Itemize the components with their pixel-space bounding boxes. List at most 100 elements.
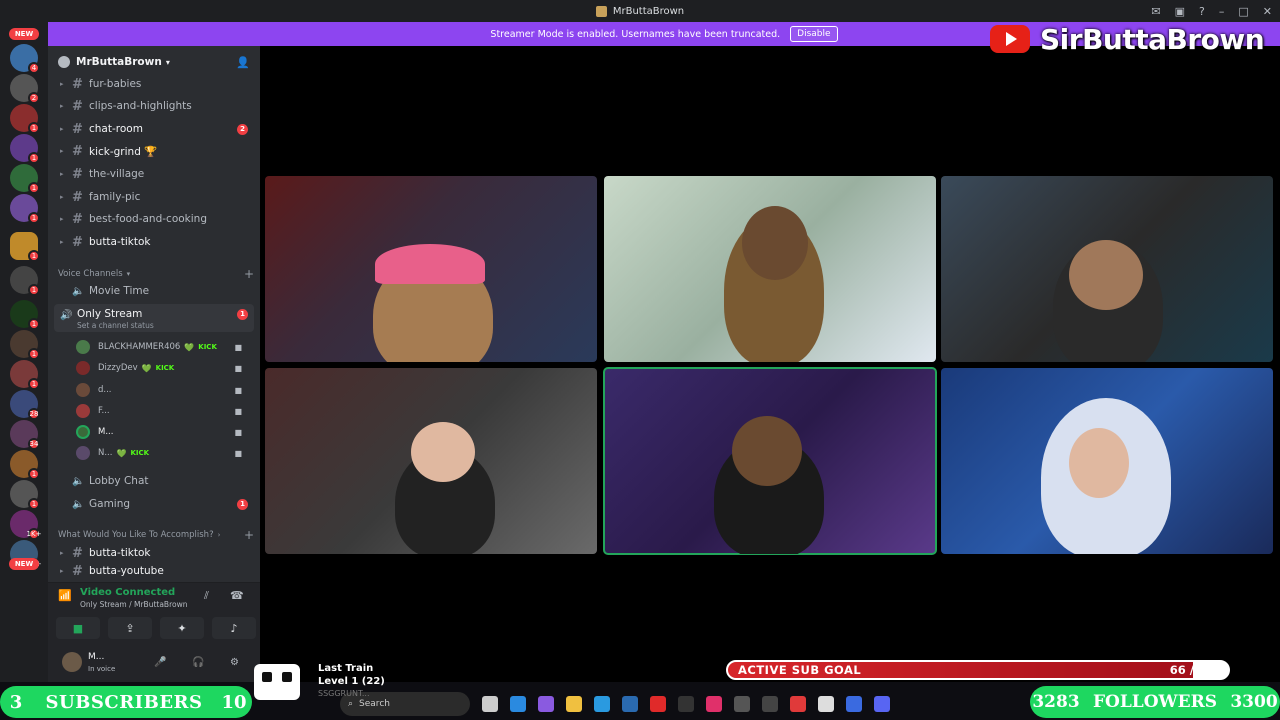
channel-item[interactable]: ▸ # butta-tiktok [48, 542, 260, 564]
app-icon[interactable] [846, 696, 862, 712]
youtube-icon[interactable] [650, 696, 666, 712]
microphone-icon[interactable]: 🎤 [154, 657, 166, 668]
folder-icon[interactable] [566, 696, 582, 712]
server-icon[interactable]: 2 [10, 74, 40, 104]
app-icon[interactable] [790, 696, 806, 712]
app-icon[interactable] [706, 696, 722, 712]
minimize-icon[interactable]: – [1219, 5, 1225, 18]
settings-icon[interactable]: ⚙ [230, 657, 239, 668]
avatar [76, 425, 90, 439]
server-icon[interactable]: 1 [10, 104, 40, 134]
server-icon[interactable]: 1 [10, 134, 40, 164]
add-channel-icon[interactable]: + [244, 528, 254, 542]
server-icon[interactable]: 1 [10, 164, 40, 194]
channel-item[interactable]: ▸ # best-food-and-cooking [48, 208, 260, 230]
server-icon[interactable]: 1 [10, 266, 40, 296]
app-icon[interactable] [734, 696, 750, 712]
add-channel-icon[interactable]: + [244, 267, 254, 281]
avatar [76, 340, 90, 354]
voice-channel-only-stream[interactable]: 🔊 Only Stream Set a channel status 1 [54, 304, 254, 332]
channel-item[interactable]: ▸ # fur-babies [48, 73, 260, 95]
server-icon[interactable]: 4 [10, 44, 40, 74]
voice-status-subtitle[interactable]: Only Stream / MrButtaBrown [80, 600, 187, 609]
activities-button[interactable]: ✦ [160, 617, 204, 639]
server-icon[interactable]: 1 [10, 194, 40, 224]
voice-user[interactable]: DizzyDev 💚 KICK ■ [76, 358, 246, 378]
avatar [76, 383, 90, 397]
server-icon[interactable]: 1 [10, 330, 40, 360]
voice-user[interactable]: d... ■ [76, 380, 246, 400]
close-icon[interactable]: ✕ [1263, 5, 1272, 18]
channel-item[interactable]: ▸ # family-pic [48, 186, 260, 208]
video-tile[interactable] [941, 368, 1273, 554]
speaker-icon: 🔈 [72, 285, 85, 297]
app-icon[interactable] [762, 696, 778, 712]
discord-icon[interactable] [874, 696, 890, 712]
channel-item[interactable]: ▸ # butta-youtube [48, 564, 260, 578]
camera-icon: ■ [234, 342, 242, 352]
disable-button[interactable]: Disable [790, 26, 838, 42]
voice-channel-gaming[interactable]: 🔈 Gaming 1 [48, 493, 260, 515]
train-icon [254, 664, 300, 700]
server-icon[interactable]: 34 [10, 420, 40, 450]
app-icon[interactable] [510, 696, 526, 712]
app-icon[interactable] [594, 696, 610, 712]
avatar[interactable] [62, 652, 82, 672]
soundboard-button[interactable]: ♪ [212, 617, 256, 639]
kick-tag: KICK [130, 449, 150, 457]
voice-channel-lobby-chat[interactable]: 🔈 Lobby Chat [48, 470, 260, 492]
video-tile-speaking[interactable] [603, 367, 937, 555]
server-icon[interactable]: 1 [10, 450, 40, 480]
channel-item[interactable]: ▸ # the-village [48, 163, 260, 185]
noise-suppression-icon[interactable]: ⫽ [204, 589, 209, 603]
video-tile[interactable] [265, 176, 597, 362]
video-tile[interactable] [604, 176, 936, 362]
followers-label: FOLLOWERS [1092, 692, 1218, 712]
headphones-icon[interactable]: 🎧 [192, 657, 204, 668]
voice-user[interactable]: M... ■ [76, 422, 246, 442]
voice-user[interactable]: BLACKHAMMER406 💚 KICK ■ [76, 337, 246, 357]
voice-channel-movie-time[interactable]: 🔈 Movie Time [48, 280, 260, 302]
channel-item[interactable]: ▸ # chat-room 2 [48, 118, 260, 140]
window-title: MrButtaBrown [612, 5, 685, 17]
camera-icon: ■ [234, 363, 242, 373]
server-icon[interactable]: 1 [10, 300, 40, 330]
server-icon[interactable]: 1 [10, 360, 40, 390]
category-voice-channels[interactable]: Voice Channels ▾ + [58, 267, 254, 281]
app-icon[interactable] [482, 696, 498, 712]
server-icon[interactable]: 1 [10, 232, 40, 262]
mention-badge: 2 [237, 123, 248, 135]
app-icon[interactable] [818, 696, 834, 712]
channel-item[interactable]: ▸ # kick-grind 🏆 [48, 140, 260, 162]
category-accomplish[interactable]: What Would You Like To Accomplish? › + [58, 528, 254, 542]
followers-counter: 3283 FOLLOWERS 3300 [1030, 686, 1280, 718]
channel-status[interactable]: Set a channel status [77, 321, 154, 330]
camera-button[interactable]: ■ [56, 617, 100, 639]
server-icon[interactable]: 1K+ [10, 510, 41, 540]
maximize-icon[interactable]: □ [1238, 5, 1248, 18]
screen-icon[interactable]: ▣ [1175, 5, 1185, 18]
disconnect-icon[interactable]: ☎ [230, 589, 244, 602]
voice-user[interactable]: F... ■ [76, 401, 246, 421]
app-icon[interactable] [622, 696, 638, 712]
chevron-right-icon: › [217, 531, 221, 539]
channel-item[interactable]: ▸ # clips-and-highlights [48, 95, 260, 117]
server-icon[interactable]: 1 [10, 480, 40, 510]
chevron-right-icon: ▸ [60, 567, 64, 575]
sub-goal-label: ACTIVE SUB GOAL [738, 663, 862, 677]
inbox-icon[interactable]: ✉ [1151, 5, 1160, 18]
signal-icon[interactable]: 📶 [58, 589, 72, 602]
camera-icon: ■ [234, 427, 242, 437]
channel-item[interactable]: ▸ # butta-tiktok [48, 231, 260, 253]
voice-user[interactable]: N... 💚 KICK ■ [76, 443, 246, 463]
user-status: In voice [88, 665, 116, 673]
help-icon[interactable]: ? [1199, 5, 1205, 18]
app-icon[interactable] [678, 696, 694, 712]
invite-icon[interactable]: 👤 [236, 56, 250, 69]
screen-share-button[interactable]: ⇪ [108, 617, 152, 639]
server-icon[interactable]: 28 [10, 390, 40, 420]
app-icon[interactable] [538, 696, 554, 712]
subscribers-current: 3 [9, 691, 23, 713]
video-tile[interactable] [941, 176, 1273, 362]
video-tile[interactable] [265, 368, 597, 554]
